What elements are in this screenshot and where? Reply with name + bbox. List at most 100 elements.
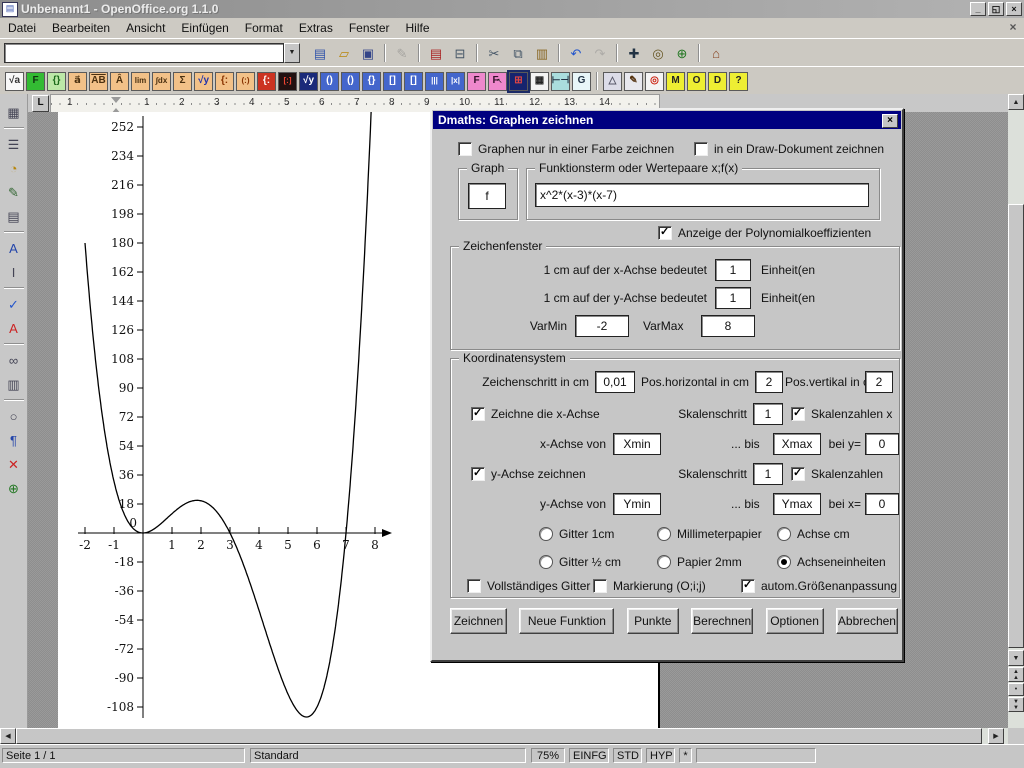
sqrt-a-icon[interactable]: √a xyxy=(5,72,24,91)
online-layout-icon[interactable]: ⊕ xyxy=(3,477,25,499)
binomial-icon[interactable]: (:) xyxy=(236,72,255,91)
segment-ab-icon[interactable]: AB xyxy=(89,72,108,91)
macro-d-icon[interactable]: D xyxy=(708,72,727,91)
vector-a-icon[interactable]: a⃗ xyxy=(68,72,87,91)
horizontal-scrollbar[interactable]: ◀ ▶ xyxy=(0,728,1008,744)
brackets-large-icon[interactable]: [] xyxy=(404,72,423,91)
brackets-small-icon[interactable]: [] xyxy=(383,72,402,91)
checkbox-polynomial-coefficients[interactable] xyxy=(658,226,672,240)
scroll-left-icon[interactable]: ◀ xyxy=(0,728,16,744)
x-achse-von-field[interactable]: Xmin xyxy=(613,433,661,455)
insert-table-icon[interactable]: ▦ xyxy=(3,101,25,123)
function-term-field[interactable]: x^2*(x-3)*(x-7) xyxy=(535,183,869,207)
radio-achseneinheiten[interactable] xyxy=(777,555,791,569)
punkte-button[interactable]: Punkte xyxy=(627,608,679,634)
close-button[interactable]: × xyxy=(1006,2,1022,16)
compass-icon[interactable]: △ xyxy=(603,72,622,91)
radio-gitter-halb-cm[interactable] xyxy=(539,555,553,569)
radio-millimeterpapier[interactable] xyxy=(657,527,671,541)
scroll-down-icon[interactable]: ▼ xyxy=(1008,650,1024,666)
paste-icon[interactable]: ▥ xyxy=(531,42,553,64)
dmaths-target-icon[interactable]: ◎ xyxy=(645,72,664,91)
abs-x-icon[interactable]: |x| xyxy=(446,72,465,91)
bei-y-field[interactable]: 0 xyxy=(865,433,899,455)
insert-fields-icon[interactable]: ☰ xyxy=(3,133,25,155)
status-selection-mode[interactable]: STD xyxy=(613,748,642,763)
formula-f-cursor-icon[interactable]: F↖ xyxy=(488,72,507,91)
spellcheck-icon[interactable]: ✓ xyxy=(3,293,25,315)
status-insert-mode[interactable]: EINFG xyxy=(569,748,609,763)
abbrechen-button[interactable]: Abbrechen xyxy=(836,608,898,634)
parens-small-icon[interactable]: () xyxy=(320,72,339,91)
braces-green-icon[interactable]: {} xyxy=(47,72,66,91)
system-brace-icon[interactable]: {: xyxy=(215,72,234,91)
vertical-scrollbar[interactable]: ▲ ▼ ▲▲ • ▼▼ xyxy=(1008,94,1024,728)
direct-cursor-icon[interactable]: I xyxy=(3,261,25,283)
copy-icon[interactable]: ⧉ xyxy=(507,42,529,64)
status-hyperlink-mode[interactable]: HYP xyxy=(646,748,675,763)
navigator-icon[interactable]: ✚ xyxy=(623,42,645,64)
url-input[interactable] xyxy=(4,43,284,63)
geometry-g-icon[interactable]: G xyxy=(572,72,591,91)
sum-icon[interactable]: Σ xyxy=(173,72,192,91)
checkbox-draw-x-axis[interactable] xyxy=(471,407,485,421)
dmaths-help-icon[interactable]: ? xyxy=(729,72,748,91)
graphics-onoff-icon[interactable]: ✕ xyxy=(3,453,25,475)
bei-x-field[interactable]: 0 xyxy=(865,493,899,515)
new-document-icon[interactable]: ▤ xyxy=(309,42,331,64)
dialog-title-bar[interactable]: Dmaths: Graphen zeichnen × xyxy=(433,111,901,129)
gallery-icon[interactable]: ⌂ xyxy=(705,42,727,64)
url-dropdown-button[interactable]: ▼ xyxy=(284,43,300,63)
zeichenschritt-field[interactable]: 0,01 xyxy=(595,371,635,393)
menu-item-bearbeiten[interactable]: Bearbeiten xyxy=(44,19,118,37)
zoom-icon[interactable]: ○ xyxy=(3,405,25,427)
matrix-dark-icon[interactable]: [:] xyxy=(278,72,297,91)
skalenschritt-x-field[interactable]: 1 xyxy=(753,403,783,425)
angle-hat-icon[interactable]: Â xyxy=(110,72,129,91)
radio-papier-2mm[interactable] xyxy=(657,555,671,569)
macro-m-icon[interactable]: M xyxy=(666,72,685,91)
checkbox-autom-groessenanpassung[interactable] xyxy=(741,579,755,593)
autotext-icon[interactable]: A xyxy=(3,237,25,259)
y-achse-von-field[interactable]: Ymin xyxy=(613,493,661,515)
previous-page-icon[interactable]: ▲▲ xyxy=(1008,667,1024,682)
x-bis-field[interactable]: Xmax xyxy=(773,433,821,455)
edit-formula-icon[interactable]: ✎ xyxy=(624,72,643,91)
edit-file-icon[interactable]: ✎ xyxy=(391,42,413,64)
measure-icon[interactable]: ⊢⊣ xyxy=(551,72,570,91)
next-page-icon[interactable]: ▼▼ xyxy=(1008,697,1024,712)
status-zoom[interactable]: 75% xyxy=(531,748,565,763)
insert-object-icon[interactable]: ◔ xyxy=(3,157,25,179)
dialog-close-icon[interactable]: × xyxy=(882,114,898,128)
checkbox-draw-document[interactable] xyxy=(694,142,708,156)
optionen-button[interactable]: Optionen xyxy=(766,608,824,634)
root-navy-icon[interactable]: √y xyxy=(299,72,318,91)
checkbox-markierung[interactable] xyxy=(593,579,607,593)
pos-vertikal-field[interactable]: 2 xyxy=(865,371,893,393)
formula-f-icon[interactable]: F xyxy=(467,72,486,91)
checkbox-draw-y-axis[interactable] xyxy=(471,467,485,481)
cut-icon[interactable]: ✂ xyxy=(483,42,505,64)
radio-achse-cm[interactable] xyxy=(777,527,791,541)
minimize-button[interactable]: _ xyxy=(970,2,986,16)
skalenschritt-y-field[interactable]: 1 xyxy=(753,463,783,485)
x-scale-field[interactable]: 1 xyxy=(715,259,751,281)
auto-spellcheck-icon[interactable]: A xyxy=(3,317,25,339)
menu-item-ansicht[interactable]: Ansicht xyxy=(118,19,173,37)
restore-button[interactable]: ◱ xyxy=(988,2,1004,16)
neue-funktion-button[interactable]: Neue Funktion xyxy=(519,608,614,634)
save-document-icon[interactable]: ▣ xyxy=(357,42,379,64)
braces-blue-icon[interactable]: {} xyxy=(362,72,381,91)
status-page-style[interactable]: Standard xyxy=(250,748,526,763)
parens-large-icon[interactable]: () xyxy=(341,72,360,91)
menu-item-fenster[interactable]: Fenster xyxy=(341,19,398,37)
draw-graph-icon[interactable]: ⊞ xyxy=(509,72,528,91)
menu-item-datei[interactable]: Datei xyxy=(0,19,44,37)
varmin-field[interactable]: -2 xyxy=(575,315,629,337)
document-close-icon[interactable]: × xyxy=(1006,20,1020,34)
scroll-right-icon[interactable]: ▶ xyxy=(988,728,1004,744)
function-f-icon[interactable]: F xyxy=(26,72,45,91)
y-bis-field[interactable]: Ymax xyxy=(773,493,821,515)
checkbox-skalenzahlen-x[interactable] xyxy=(791,407,805,421)
show-draw-functions-icon[interactable]: ✎ xyxy=(3,181,25,203)
